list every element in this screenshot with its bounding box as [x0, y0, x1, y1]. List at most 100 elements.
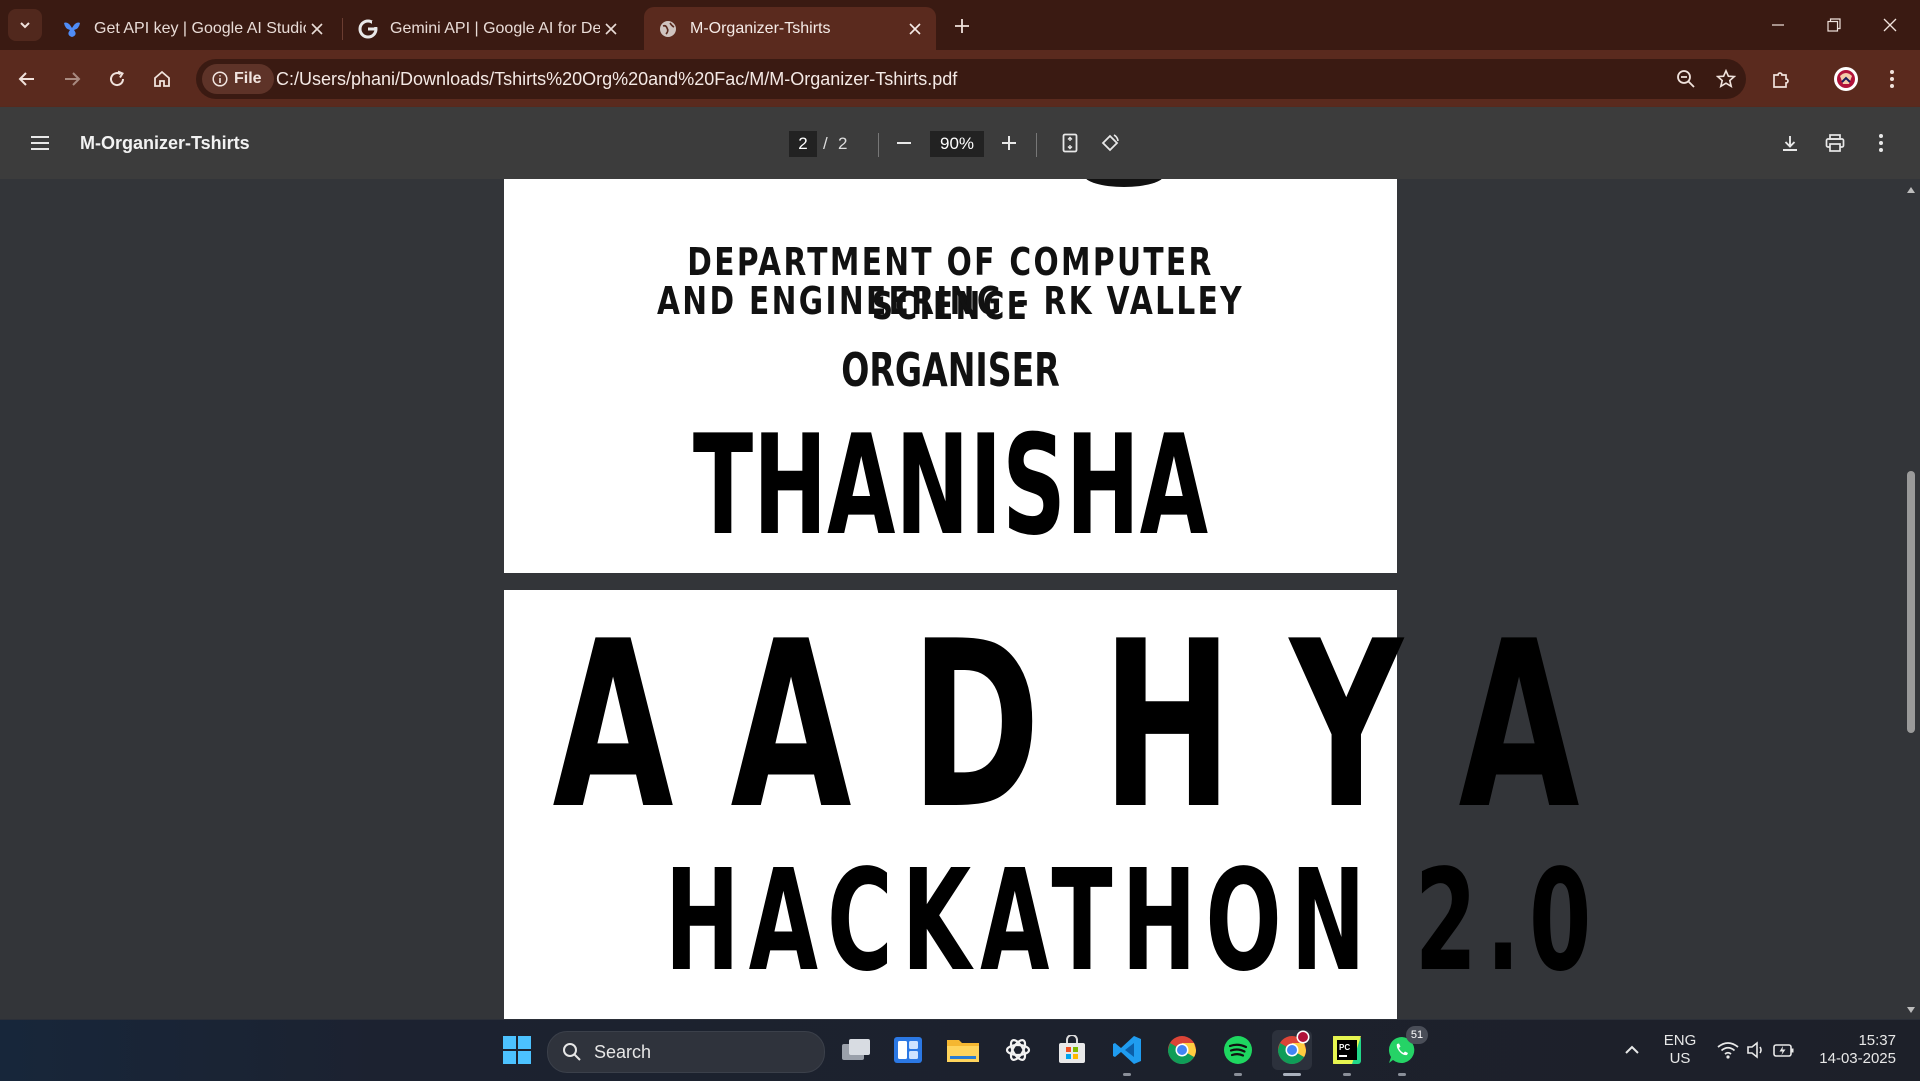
whatsapp-button[interactable]: 51: [1382, 1026, 1428, 1076]
url-text[interactable]: C:/Users/phani/Downloads/Tshirts%20Org%2…: [276, 59, 957, 99]
globe-icon: [658, 19, 678, 39]
vertical-scrollbar[interactable]: [1902, 179, 1920, 1019]
person-name: THANISHA: [692, 405, 1209, 566]
chevron-up-icon: [1625, 1045, 1639, 1054]
scrollbar-thumb[interactable]: [1907, 471, 1915, 733]
scroll-up-icon[interactable]: [1906, 185, 1916, 195]
zoom-in-button[interactable]: [991, 125, 1027, 161]
rotate-button[interactable]: [1092, 125, 1128, 161]
scroll-down-icon[interactable]: [1906, 1005, 1916, 1015]
fit-page-button[interactable]: [1052, 125, 1088, 161]
event-letter: A: [552, 593, 674, 860]
department-line-2: AND ENGINEERING - RK VALLEY: [657, 279, 1244, 323]
vscode-button[interactable]: [1107, 1030, 1147, 1076]
tab-strip: Get API key | Google AI Studio Gemini AP…: [0, 0, 1920, 50]
running-indicator: [1234, 1073, 1242, 1076]
extensions-button[interactable]: [1763, 61, 1799, 97]
pdf-more-button[interactable]: [1863, 125, 1899, 161]
arrow-left-icon: [18, 72, 34, 86]
spotify-icon: [1224, 1036, 1252, 1064]
close-window-button[interactable]: [1862, 0, 1918, 50]
svg-text:PC: PC: [1339, 1043, 1350, 1052]
reload-button[interactable]: [99, 61, 135, 97]
spotify-button[interactable]: [1218, 1030, 1258, 1076]
widgets-button[interactable]: [888, 1030, 928, 1070]
print-button[interactable]: [1817, 125, 1853, 161]
arrow-right-icon: [65, 72, 81, 86]
language-code: ENG: [1663, 1032, 1697, 1049]
start-button[interactable]: [497, 1030, 537, 1070]
ai-studio-icon: [62, 19, 82, 39]
back-button[interactable]: [9, 61, 45, 97]
clock[interactable]: 15:37 14-03-2025: [1812, 1032, 1896, 1068]
file-explorer-button[interactable]: [943, 1030, 983, 1070]
pycharm-button[interactable]: PC: [1327, 1030, 1367, 1076]
chatgpt-button[interactable]: [998, 1030, 1038, 1070]
folder-icon: [947, 1040, 979, 1062]
tab-title: M-Organizer-Tshirts: [690, 19, 831, 37]
pdf-toolbar: M-Organizer-Tshirts 2 / 2 90%: [0, 107, 1920, 179]
site-info-label: File: [234, 70, 262, 87]
zoom-indicator-button[interactable]: [1672, 65, 1700, 93]
page-number-input[interactable]: 2: [789, 131, 817, 157]
star-icon: [1716, 69, 1736, 88]
close-icon[interactable]: [306, 18, 328, 40]
tab-gemini-api[interactable]: Gemini API | Google AI for Developers: [344, 7, 632, 50]
minimize-button[interactable]: [1750, 0, 1806, 50]
task-view-button[interactable]: [836, 1030, 876, 1070]
forward-button[interactable]: [54, 61, 90, 97]
chrome-button[interactable]: [1162, 1030, 1202, 1070]
region-code: US: [1669, 1050, 1691, 1067]
close-icon[interactable]: [600, 18, 622, 40]
chevron-down-icon: [20, 22, 30, 29]
tab-ai-studio[interactable]: Get API key | Google AI Studio: [48, 7, 338, 50]
widgets-icon: [894, 1037, 922, 1063]
site-info-chip[interactable]: File: [202, 64, 274, 94]
microsoft-store-button[interactable]: [1052, 1030, 1092, 1070]
close-icon[interactable]: [904, 18, 926, 40]
minus-icon: [897, 142, 911, 144]
openai-icon: [1005, 1039, 1031, 1061]
download-icon: [1783, 136, 1797, 151]
event-subtitle: HACKATHON 2.0: [664, 840, 1601, 1003]
speaker-icon: [1747, 1041, 1762, 1059]
event-name: A A D H Y A: [504, 593, 1579, 860]
chrome-profile-button[interactable]: [1272, 1030, 1312, 1076]
clock-date: 14-03-2025: [1819, 1050, 1896, 1067]
toolbar-divider: [878, 133, 879, 157]
bookmark-button[interactable]: [1712, 65, 1740, 93]
close-icon: [1883, 18, 1897, 32]
browser-menu-button[interactable]: [1874, 61, 1910, 97]
address-bar[interactable]: File C:/Users/phani/Downloads/Tshirts%20…: [196, 59, 1746, 99]
taskbar-search-box[interactable]: Search: [547, 1031, 825, 1073]
zoom-level-input[interactable]: 90%: [930, 131, 984, 157]
tab-title: Get API key | Google AI Studio: [94, 19, 306, 37]
battery-status[interactable]: [1764, 1030, 1804, 1070]
restore-button[interactable]: [1806, 0, 1862, 50]
tab-title: Gemini API | Google AI for Developers: [390, 19, 600, 37]
page-count: 2: [838, 134, 848, 153]
event-letter: Y: [1290, 593, 1404, 860]
running-indicator: [1343, 1073, 1351, 1076]
profile-avatar[interactable]: [1828, 61, 1864, 97]
event-letter: A: [730, 593, 852, 860]
avatar-icon: [1834, 67, 1858, 91]
zoom-out-button[interactable]: [886, 125, 922, 161]
tab-search-button[interactable]: [8, 9, 42, 41]
event-letter: D: [910, 593, 1041, 860]
new-tab-button[interactable]: [948, 12, 976, 40]
sidebar-toggle-button[interactable]: [22, 125, 58, 161]
search-icon: [563, 1043, 581, 1061]
more-vertical-icon: [1890, 70, 1894, 88]
tab-pdf[interactable]: M-Organizer-Tshirts: [644, 7, 936, 50]
show-hidden-icons-button[interactable]: [1612, 1030, 1652, 1070]
input-language[interactable]: ENG US: [1660, 1032, 1700, 1068]
task-view-icon: [842, 1039, 870, 1060]
printer-icon: [1825, 134, 1845, 152]
battery-charging-icon: [1773, 1044, 1794, 1057]
home-button[interactable]: [144, 61, 180, 97]
reload-icon: [110, 70, 125, 87]
download-button[interactable]: [1772, 125, 1808, 161]
home-icon: [154, 70, 170, 87]
pdf-viewer[interactable]: DEPARTMENT OF COMPUTER SCIENCE AND ENGIN…: [0, 179, 1920, 1019]
